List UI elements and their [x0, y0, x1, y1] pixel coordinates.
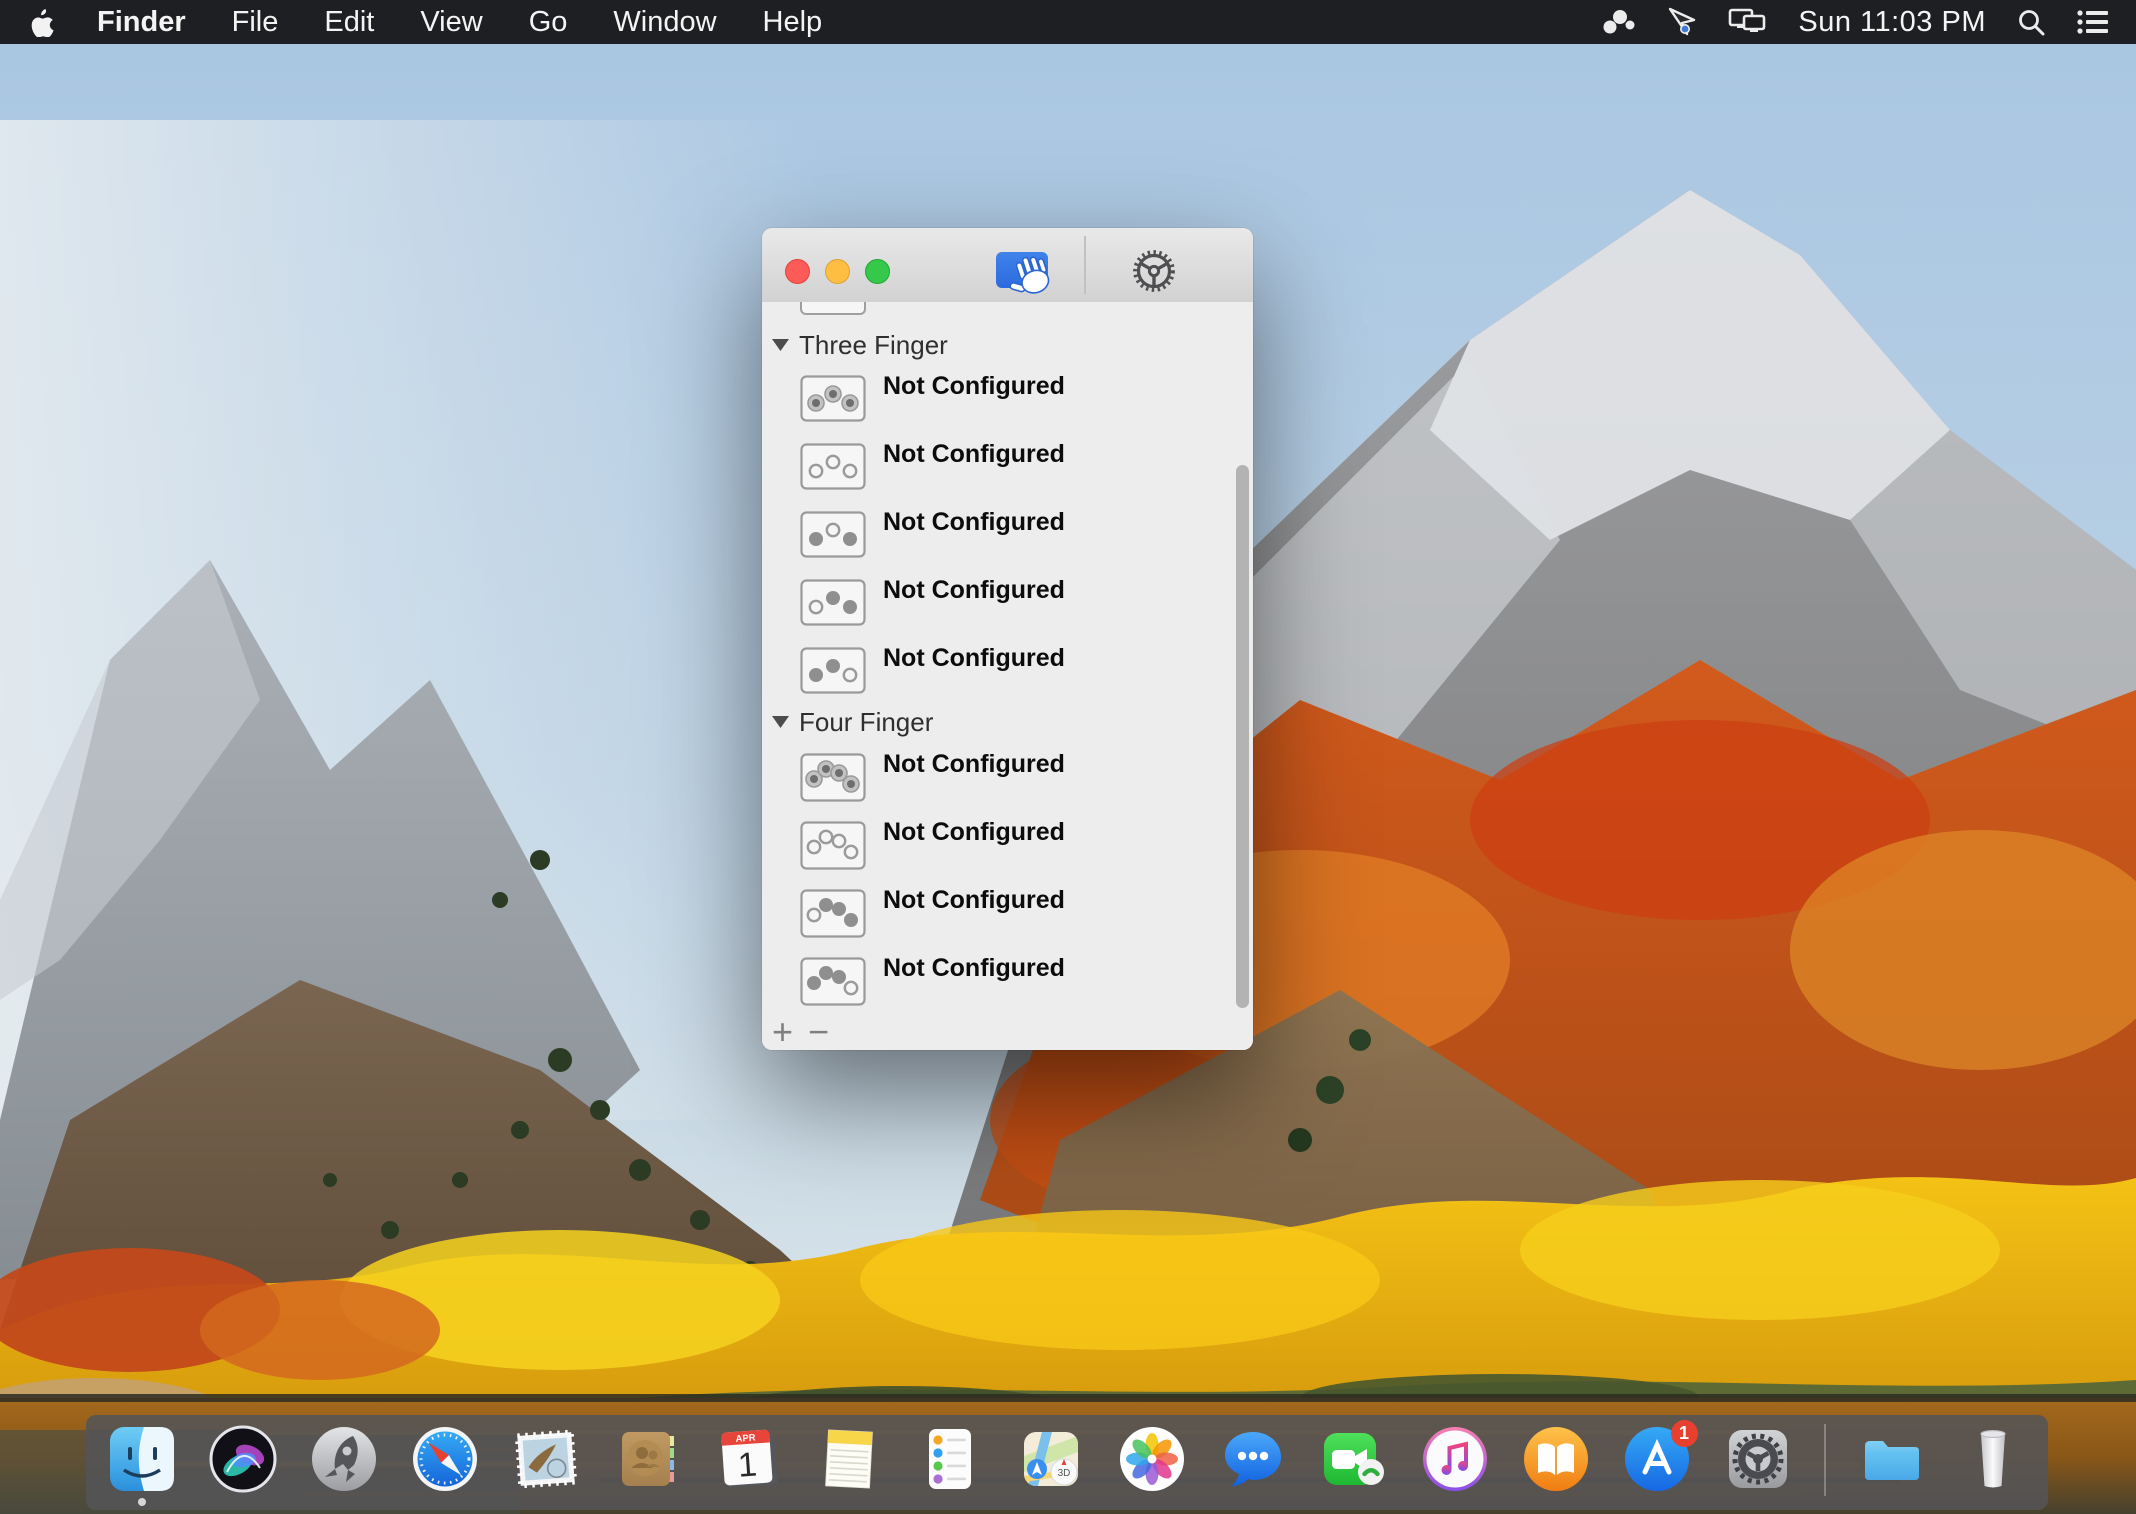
gesture-pattern-icon: [800, 443, 866, 490]
section-label: Three Finger: [799, 330, 948, 361]
add-gesture-button[interactable]: +: [772, 1014, 793, 1050]
dock-facetime-icon[interactable]: [1319, 1424, 1389, 1494]
gesture-status-label: Not Configured: [883, 953, 1065, 983]
menu-help[interactable]: Help: [740, 0, 846, 44]
dock-itunes-icon[interactable]: [1420, 1424, 1490, 1494]
gesture-pattern-icon: [800, 889, 866, 938]
menu-edit[interactable]: Edit: [301, 0, 397, 44]
section-header-four-finger[interactable]: Four Finger: [762, 707, 933, 737]
partial-gesture-row[interactable]: [800, 302, 866, 315]
zoom-button[interactable]: [865, 259, 890, 284]
gesture-status-label: Not Configured: [883, 643, 1065, 673]
svg-text:1: 1: [736, 1445, 758, 1484]
gesture-status-label: Not Configured: [883, 749, 1065, 779]
toolbar-settings-button[interactable]: [1130, 247, 1178, 295]
dock-contacts-icon[interactable]: [612, 1424, 682, 1494]
dock-maps-icon[interactable]: 3D: [1016, 1424, 1086, 1494]
dock-siri-icon[interactable]: [208, 1424, 278, 1494]
gesture-row[interactable]: Not Configured: [762, 375, 1233, 425]
gesture-pattern-icon: [800, 957, 866, 1006]
gesture-row[interactable]: Not Configured: [762, 579, 1233, 629]
dock-notes-icon[interactable]: [814, 1424, 884, 1494]
apple-icon: [28, 7, 54, 37]
minimize-button[interactable]: [825, 259, 850, 284]
dock-appstore-icon[interactable]: 1: [1622, 1424, 1692, 1494]
dock-trash-icon[interactable]: [1958, 1424, 2028, 1494]
menu-file[interactable]: File: [209, 0, 302, 44]
apple-menu[interactable]: [28, 7, 54, 37]
menu-bar: FinderFileEditViewGoWindowHelp Sun 11:03…: [0, 0, 2136, 44]
gesture-status-label: Not Configured: [883, 439, 1065, 469]
menu-right: Sun 11:03 PM: [1602, 0, 2136, 44]
gesture-status-label: Not Configured: [883, 507, 1065, 537]
disclosure-triangle-icon[interactable]: [772, 716, 789, 728]
app-dots-icon[interactable]: [1602, 8, 1636, 36]
dock-photos-icon[interactable]: [1117, 1424, 1187, 1494]
menu-items: FinderFileEditViewGoWindowHelp: [74, 0, 845, 44]
menu-clock[interactable]: Sun 11:03 PM: [1798, 6, 1986, 39]
window-titlebar[interactable]: [762, 228, 1253, 303]
gestures-window: Three Finger Not Configured Not Configur…: [762, 228, 1253, 1050]
dock-safari-icon[interactable]: [410, 1424, 480, 1494]
gesture-pattern-icon: [800, 647, 866, 694]
svg-text:APR: APR: [735, 1432, 756, 1444]
displays-icon[interactable]: [1728, 7, 1768, 37]
notification-list-icon[interactable]: [2076, 8, 2110, 36]
spotlight-search-icon[interactable]: [2016, 7, 2046, 37]
gesture-pattern-icon: [800, 375, 866, 422]
gesture-row[interactable]: Not Configured: [762, 889, 1233, 939]
dock-separator: [1824, 1424, 1826, 1496]
gesture-status-label: Not Configured: [883, 371, 1065, 401]
toolbar-gestures-button[interactable]: [996, 252, 1048, 288]
screen-share-cursor-icon[interactable]: [1666, 7, 1698, 37]
svg-text:3D: 3D: [1057, 1468, 1070, 1479]
scrollbar-thumb[interactable]: [1236, 465, 1249, 1008]
menu-left: FinderFileEditViewGoWindowHelp: [0, 0, 845, 44]
disclosure-triangle-icon[interactable]: [772, 339, 789, 351]
dock-calendar-icon[interactable]: APR 1: [713, 1424, 783, 1494]
menu-window[interactable]: Window: [590, 0, 739, 44]
gesture-row[interactable]: Not Configured: [762, 443, 1233, 493]
gesture-pattern-icon: [800, 511, 866, 558]
menu-view[interactable]: View: [397, 0, 505, 44]
gesture-row[interactable]: Not Configured: [762, 511, 1233, 561]
close-button[interactable]: [785, 259, 810, 284]
gear-icon: [1130, 247, 1178, 295]
gesture-status-label: Not Configured: [883, 817, 1065, 847]
notification-badge: 1: [1671, 1420, 1698, 1447]
gesture-list: Three Finger Not Configured Not Configur…: [762, 302, 1253, 1050]
gesture-pattern-icon: [800, 821, 866, 870]
dock-folder-icon[interactable]: [1857, 1424, 1927, 1494]
dock-reminders-icon[interactable]: [915, 1424, 985, 1494]
dock-messages-icon[interactable]: [1218, 1424, 1288, 1494]
remove-gesture-button[interactable]: −: [808, 1014, 829, 1050]
gesture-row[interactable]: Not Configured: [762, 753, 1233, 803]
menu-finder[interactable]: Finder: [74, 0, 209, 44]
dock-sysprefs-icon[interactable]: [1723, 1424, 1793, 1494]
gesture-row[interactable]: Not Configured: [762, 647, 1233, 697]
hand-icon: [1010, 253, 1056, 297]
gesture-pattern-icon: [800, 579, 866, 626]
gesture-row[interactable]: Not Configured: [762, 821, 1233, 871]
dock: APR 1 3D 1: [86, 1415, 2048, 1510]
gesture-row[interactable]: Not Configured: [762, 957, 1233, 1007]
section-label: Four Finger: [799, 707, 933, 738]
dock-ibooks-icon[interactable]: [1521, 1424, 1591, 1494]
menu-go[interactable]: Go: [506, 0, 591, 44]
running-indicator: [138, 1498, 146, 1506]
section-header-three-finger[interactable]: Three Finger: [762, 330, 948, 360]
gesture-status-label: Not Configured: [883, 575, 1065, 605]
gesture-pattern-icon: [800, 753, 866, 802]
dock-finder-icon[interactable]: [107, 1424, 177, 1494]
dock-mail-icon[interactable]: [511, 1424, 581, 1494]
gesture-status-label: Not Configured: [883, 885, 1065, 915]
dock-launchpad-icon[interactable]: [309, 1424, 379, 1494]
toolbar-divider: [1084, 236, 1086, 294]
